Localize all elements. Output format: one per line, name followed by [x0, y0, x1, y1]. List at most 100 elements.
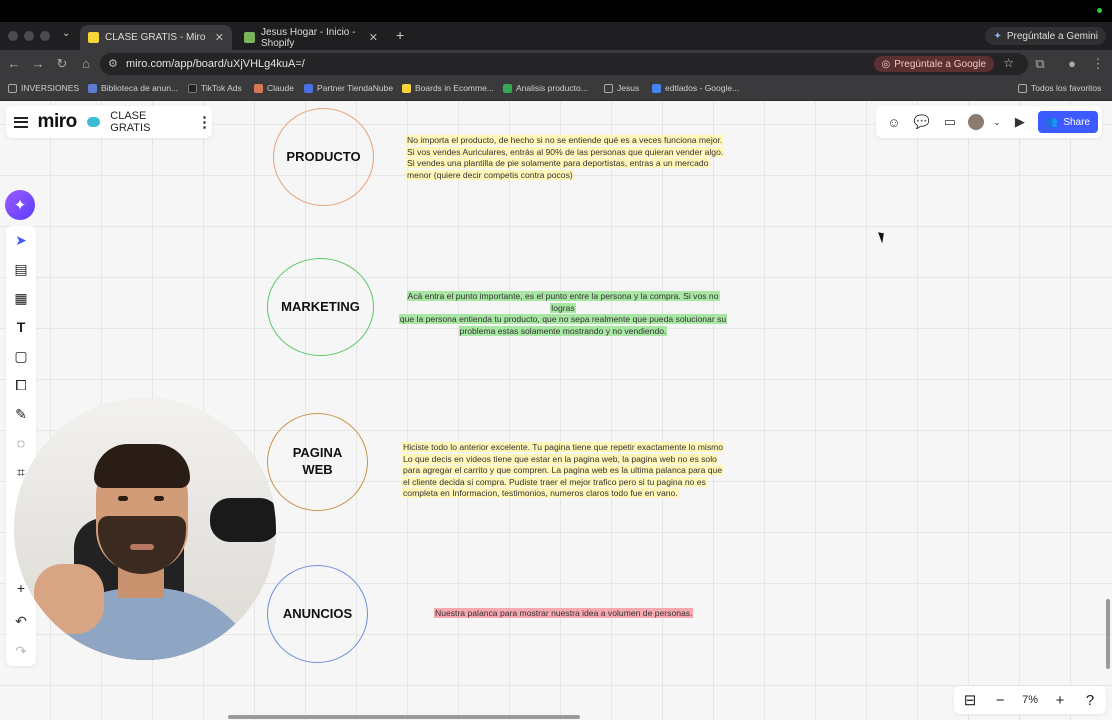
extensions-icon[interactable]: ⧉ [1032, 56, 1048, 72]
profile-icon[interactable]: ● [1064, 56, 1080, 71]
new-tab-icon[interactable]: + [396, 27, 404, 43]
bookmark-item[interactable]: Biblioteca de anun... [88, 83, 178, 93]
section-label: ANUNCIOS [282, 605, 353, 621]
section-label: PRODUCTO [286, 148, 361, 164]
shapes-icon[interactable]: ⧠ [6, 377, 36, 394]
main-menu-icon[interactable] [14, 116, 28, 128]
note-producto[interactable]: No importa el producto, de hecho si no s… [406, 135, 736, 181]
forward-arrow-icon[interactable]: → [30, 56, 46, 71]
note-line: menor (quiere decir competis contra poco… [406, 169, 574, 180]
chevron-down-icon[interactable]: ⌄ [992, 117, 1002, 128]
bookmark-item[interactable]: INVERSIONES [8, 83, 79, 93]
fit-to-screen-icon[interactable]: ⊟ [962, 691, 978, 709]
bookmark-item[interactable]: Boards in Ecomme... [402, 83, 494, 93]
bookmark-item[interactable]: Claude [254, 83, 294, 93]
tab-title: CLASE GRATIS - Miro [105, 32, 206, 43]
gemini-icon: ✦ [993, 30, 1002, 42]
reactions-icon[interactable]: ☺ [884, 115, 904, 130]
bookmark-folder[interactable]: Jesus [604, 83, 639, 93]
browser-menu-icon[interactable]: ⋮ [1090, 56, 1106, 72]
tab-miro[interactable]: CLASE GRATIS - Miro ✕ [80, 25, 232, 50]
layout-icon[interactable]: ▦ [6, 290, 36, 307]
home-icon[interactable]: ⌂ [78, 56, 94, 71]
bookmark-item[interactable]: Partner TiendaNube [304, 83, 393, 93]
miro-logo: miro [37, 111, 78, 132]
status-dot [1097, 8, 1102, 13]
close-tab-icon[interactable]: ✕ [215, 31, 224, 44]
note-line: Acá entra el punto importante, es el pun… [406, 291, 720, 301]
sticky-note-icon[interactable]: ▢ [6, 348, 36, 365]
board-title[interactable]: CLASE GRATIS [110, 110, 187, 134]
user-avatar[interactable] [967, 114, 984, 130]
browser-tabbar: ⌄ CLASE GRATIS - Miro ✕ Jesus Hogar - In… [0, 22, 1112, 50]
video-call-icon[interactable]: ▭ [940, 114, 960, 130]
gemini-button[interactable]: ✦ Pregúntale a Gemini [985, 27, 1106, 45]
note-line: logras [550, 302, 576, 313]
section-circle-marketing[interactable]: MARKETING [267, 258, 374, 356]
board-options-icon[interactable]: ⋮ [197, 113, 212, 131]
reload-icon[interactable]: ↻ [54, 56, 70, 72]
bookmark-item[interactable]: TikTok Ads [188, 83, 242, 93]
note-line: el cliente decida si compra. Pudiste tra… [402, 476, 707, 487]
board-header: miro CLASE GRATIS ⋮ [6, 106, 212, 138]
section-circle-anuncios[interactable]: ANUNCIOS [267, 565, 368, 663]
zoom-level[interactable]: 7% [1022, 694, 1038, 706]
ask-google-label: Pregúntale a Google [894, 58, 986, 70]
section-circle-pagina-web[interactable]: PAGINA WEB [267, 413, 368, 511]
note-line: Hiciste todo lo anterior excelente. Tu p… [402, 442, 725, 452]
macos-menubar [0, 0, 1112, 22]
section-circle-producto[interactable]: PRODUCTO [273, 108, 374, 206]
miro-board-canvas[interactable]: miro CLASE GRATIS ⋮ ☺ 💬 ▭ ⌄ ▶ 👥 Share ✦ … [0, 101, 1112, 720]
zoom-out-icon[interactable]: − [992, 692, 1008, 709]
note-pagina-web[interactable]: Hiciste todo lo anterior excelente. Tu p… [402, 442, 742, 500]
gemini-label: Pregúntale a Gemini [1006, 30, 1098, 42]
comments-icon[interactable]: 💬 [912, 114, 932, 130]
back-arrow-icon[interactable]: ← [6, 56, 22, 71]
tab-shopify[interactable]: Jesus Hogar - Inicio - Shopify ✕ [236, 25, 386, 50]
maximize-window-dot[interactable] [40, 31, 50, 41]
zoom-in-icon[interactable]: + [1052, 692, 1068, 709]
close-tab-icon[interactable]: ✕ [369, 31, 378, 44]
minimize-window-dot[interactable] [24, 31, 34, 41]
tab-list-chevron-icon[interactable]: ⌄ [62, 28, 70, 39]
url-text: miro.com/app/board/uXjVHLg4kuA=/ [126, 58, 305, 70]
bookmark-star-icon[interactable]: ☆ [1003, 56, 1014, 70]
text-tool-icon[interactable]: T [6, 319, 36, 335]
url-bar[interactable]: ⚙ miro.com/app/board/uXjVHLg4kuA=/ ◎ Pre… [100, 53, 1028, 75]
templates-icon[interactable]: ▤ [6, 261, 36, 278]
webcam-person-hair [94, 444, 190, 488]
vertical-scrollbar[interactable] [1106, 599, 1110, 669]
note-line: problema estas solamente mostrando y no … [458, 325, 668, 336]
microphone-icon [210, 498, 276, 542]
all-bookmarks-folder[interactable]: Todos los favoritos [1018, 83, 1101, 93]
shopify-favicon-icon [244, 32, 255, 43]
webcam-person-eye [118, 496, 128, 501]
webcam-person-eye [154, 496, 164, 501]
ai-assistant-button[interactable]: ✦ [5, 190, 35, 220]
present-play-icon[interactable]: ▶ [1010, 114, 1030, 130]
bookmark-item[interactable]: Analisis producto... [503, 83, 588, 93]
share-button[interactable]: 👥 Share [1037, 111, 1098, 133]
zoom-controls: ⊟ − 7% + ? [954, 686, 1106, 714]
horizontal-scrollbar[interactable] [228, 715, 580, 719]
cloud-sync-icon [86, 117, 101, 127]
webcam-person-mouth [130, 544, 154, 550]
miro-favicon-icon [88, 32, 99, 43]
note-line: No importa el producto, de hecho si no s… [406, 135, 724, 145]
ask-google-button[interactable]: ◎ Pregúntale a Google [873, 56, 994, 72]
section-label: PAGINA WEB [292, 445, 343, 477]
help-icon[interactable]: ? [1082, 692, 1098, 709]
tab-title: Jesus Hogar - Inicio - Shopify [261, 26, 356, 49]
note-anuncios[interactable]: Nuestra palanca para mostrar nuestra ide… [434, 608, 734, 620]
people-icon: 👥 [1045, 116, 1059, 128]
select-cursor-icon[interactable]: ➤ [6, 232, 36, 249]
note-line: completa en Informacion, testimonios, nu… [402, 488, 679, 498]
section-label: MARKETING [281, 298, 360, 314]
note-line: Nuestra palanca para mostrar nuestra ide… [434, 608, 694, 618]
note-marketing[interactable]: Acá entra el punto importante, es el pun… [396, 291, 730, 337]
note-line: Si vendes una plantilla de pie solamente… [406, 158, 710, 168]
bookmark-item[interactable]: edtlados - Google... [652, 83, 739, 93]
site-settings-icon[interactable]: ⚙ [108, 57, 118, 70]
close-window-dot[interactable] [8, 31, 18, 41]
note-line: que la persona entienda tu producto, que… [398, 314, 728, 324]
